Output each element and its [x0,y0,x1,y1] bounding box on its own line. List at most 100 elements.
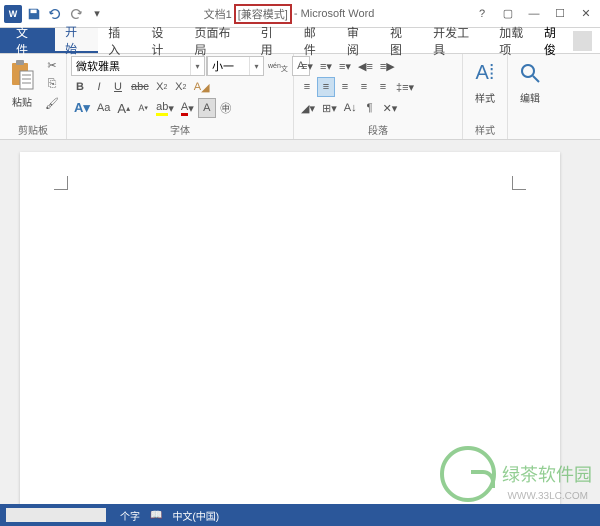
grow-font-icon[interactable]: A▴ [114,98,133,118]
save-icon[interactable] [25,5,43,23]
align-center-icon[interactable]: ≡ [317,77,335,97]
cut-icon[interactable]: ✂ [42,56,62,74]
user-name[interactable]: 胡俊 [544,24,567,58]
chevron-down-icon: ▾ [190,57,204,75]
status-language[interactable]: 中文(中国) [172,508,219,523]
tab-review[interactable]: 审阅 [337,28,380,53]
numbering-icon[interactable]: ≡▾ [317,56,335,76]
shrink-font-icon[interactable]: A▾ [134,98,152,118]
borders-icon[interactable]: ⊞▾ [319,98,340,118]
word-app-icon: W [4,5,22,23]
undo-icon[interactable] [46,5,64,23]
document-name: 文档1 [204,6,232,22]
tab-page-layout[interactable]: 页面布局 [184,28,250,53]
bullets-icon[interactable]: ≡▾ [298,56,316,76]
tab-addins[interactable]: 加载项 [489,28,544,53]
editing-group-label [512,125,548,138]
tab-mailings[interactable]: 邮件 [294,28,337,53]
paragraph-group-label: 段落 [298,121,458,138]
decrease-indent-icon[interactable]: ◀≡ [355,56,376,76]
align-left-icon[interactable]: ≡ [298,77,316,97]
user-area: 胡俊 [544,28,600,53]
qat-customize-icon[interactable]: ▾ [88,5,106,23]
underline-button[interactable]: U [109,77,127,97]
editing-label: 编辑 [520,90,540,105]
styles-group-label: 样式 [467,121,503,138]
shading-icon[interactable]: ◢▾ [298,98,318,118]
compatibility-mode-badge: [兼容模式] [234,4,292,24]
increase-indent-icon[interactable]: ≡▶ [377,56,398,76]
tab-file[interactable]: 文件 [0,28,55,53]
distributed-icon[interactable]: ≡ [374,77,392,97]
font-size-value: 小一 [207,57,249,75]
ribbon-tabs: 文件 开始 插入 设计 页面布局 引用 邮件 审阅 视图 开发工具 加载项 胡俊 [0,28,600,54]
tab-home[interactable]: 开始 [55,28,98,53]
group-font: 微软雅黑 ▾ 小一 ▾ wén文 A B I U abc X2 X2 A◢ [67,54,294,139]
chevron-down-icon: ▾ [249,57,263,75]
find-icon [516,58,544,88]
justify-icon[interactable]: ≡ [355,77,373,97]
format-painter-icon[interactable]: 🖌 [42,94,62,112]
ribbon-options-icon[interactable]: ▢ [498,6,518,22]
status-bar: 个字 📖 中文(中国) [0,504,600,526]
character-shading-icon[interactable]: A [198,98,216,118]
margin-corner-tr [512,176,526,190]
close-icon[interactable]: ✕ [576,6,596,22]
enclose-characters-icon[interactable]: ㊥ [217,98,235,118]
tab-references[interactable]: 引用 [251,28,294,53]
avatar[interactable] [573,31,592,51]
title-text: 文档1 [兼容模式] - Microsoft Word [106,4,472,24]
styles-icon: A⁞ [471,58,499,88]
minimize-icon[interactable]: — [524,6,544,22]
tab-view[interactable]: 视图 [380,28,423,53]
tab-design[interactable]: 设计 [141,28,184,53]
show-marks-icon[interactable]: ¶ [361,98,379,118]
phonetic-guide-icon[interactable]: wén文 [265,56,291,76]
margin-corner-tl [54,176,68,190]
asian-layout-icon[interactable]: ✕▾ [380,98,401,118]
clipboard-group-label: 剪贴板 [4,121,62,138]
change-case-button[interactable]: Aa [94,98,113,118]
font-group-label: 字体 [71,121,289,138]
font-color-icon[interactable]: A▾ [178,98,197,118]
document-area[interactable] [0,140,600,504]
superscript-button[interactable]: X2 [172,77,190,97]
redo-icon[interactable] [67,5,85,23]
maximize-icon[interactable]: ☐ [550,6,570,22]
editing-button[interactable]: 编辑 [512,56,548,107]
help-icon[interactable]: ? [472,6,492,22]
language-label: 中文(中国) [172,508,219,523]
font-name-value: 微软雅黑 [72,57,190,75]
status-page-info[interactable] [6,508,106,522]
strikethrough-button[interactable]: abc [128,77,152,97]
copy-icon[interactable]: ⎘ [42,75,62,93]
group-paragraph: ≡▾ ≡▾ ≡▾ ◀≡ ≡▶ ≡ ≡ ≡ ≡ ≡ ‡≡▾ ◢▾ ⊞▾ A↓ ¶ … [294,54,463,139]
styles-label: 样式 [475,90,495,105]
bold-button[interactable]: B [71,77,89,97]
app-name: - Microsoft Word [294,8,374,20]
subscript-button[interactable]: X2 [153,77,171,97]
proofing-icon: 📖 [150,510,162,521]
sort-icon[interactable]: A↓ [341,98,360,118]
styles-button[interactable]: A⁞ 样式 [467,56,503,107]
status-word-count[interactable]: 个字 [120,508,140,523]
page[interactable] [20,152,560,504]
line-spacing-icon[interactable]: ‡≡▾ [393,77,417,97]
quick-access-toolbar: W ▾ [4,5,106,23]
paste-label: 粘贴 [12,94,32,109]
tab-developer[interactable]: 开发工具 [423,28,489,53]
paste-button[interactable]: 粘贴 [4,56,40,111]
align-right-icon[interactable]: ≡ [336,77,354,97]
italic-button[interactable]: I [90,77,108,97]
group-clipboard: 粘贴 ✂ ⎘ 🖌 剪贴板 [0,54,67,139]
clear-formatting-icon[interactable]: A◢ [191,77,213,97]
tab-insert[interactable]: 插入 [98,28,141,53]
window-controls: ? ▢ — ☐ ✕ [472,6,596,22]
group-styles: A⁞ 样式 样式 [463,54,508,139]
status-proofing[interactable]: 📖 [150,510,162,521]
font-name-combo[interactable]: 微软雅黑 ▾ [71,56,205,76]
highlight-color-icon[interactable]: ab▾ [153,98,177,118]
text-effects-icon[interactable]: A▾ [71,98,93,118]
multilevel-list-icon[interactable]: ≡▾ [336,56,354,76]
font-size-combo[interactable]: 小一 ▾ [206,56,264,76]
